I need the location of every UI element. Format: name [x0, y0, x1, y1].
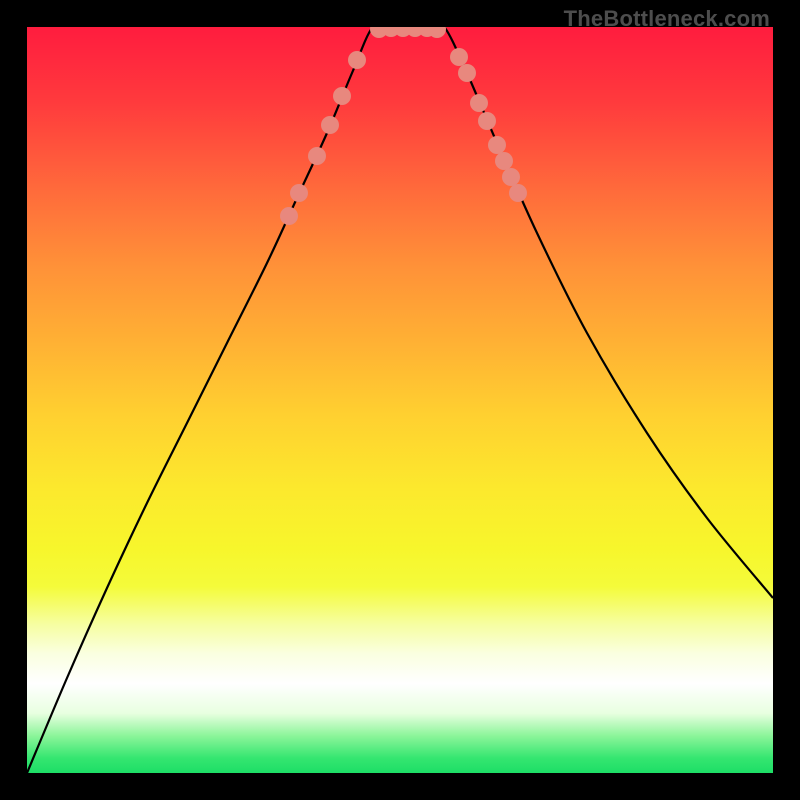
data-dot-left — [290, 184, 308, 202]
data-dot-right — [458, 64, 476, 82]
data-dot-right — [470, 94, 488, 112]
data-dot-left — [280, 207, 298, 225]
data-dot-left — [348, 51, 366, 69]
data-dot-left — [308, 147, 326, 165]
chart-svg — [27, 27, 773, 773]
bottleneck-curve — [27, 27, 773, 773]
data-dot-right — [509, 184, 527, 202]
data-dot-left — [321, 116, 339, 134]
data-dot-right — [478, 112, 496, 130]
data-dot-right — [450, 48, 468, 66]
data-dot-plateau — [428, 27, 446, 38]
chart-frame: TheBottleneck.com — [0, 0, 800, 800]
data-dot-right — [502, 168, 520, 186]
data-dot-left — [333, 87, 351, 105]
data-dot-right — [488, 136, 506, 154]
data-dot-right — [495, 152, 513, 170]
